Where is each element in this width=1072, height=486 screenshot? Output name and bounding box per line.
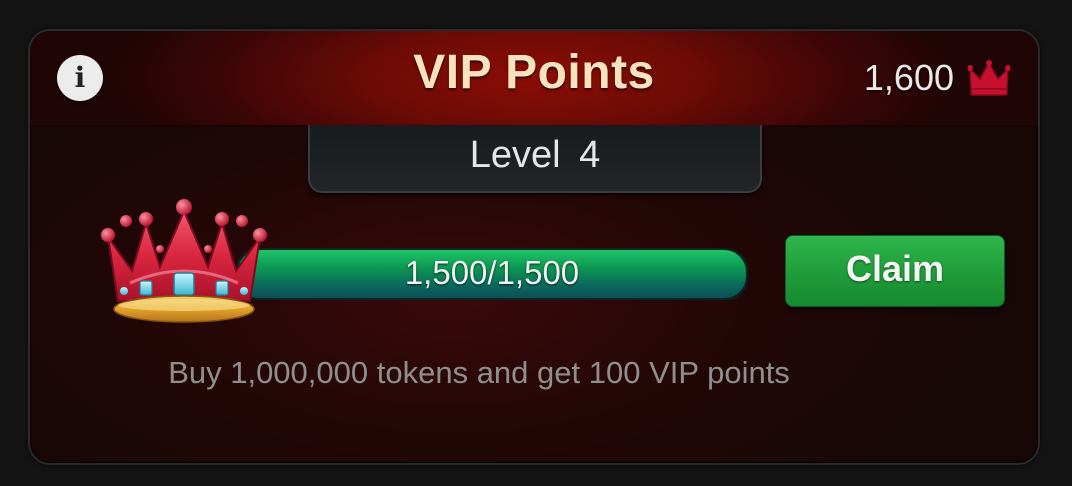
points-value: 1,600: [863, 57, 954, 98]
claim-button[interactable]: Claim: [785, 235, 1005, 307]
crown-icon: [968, 59, 1010, 97]
level-display: Level 4: [308, 125, 762, 193]
vip-points-panel: i VIP Points 1,600 Level 4 1,500/1,500 C…: [28, 29, 1040, 465]
panel-header: i VIP Points 1,600: [30, 31, 1038, 127]
vip-offer-text: Buy 1,000,000 tokens and get 100 VIP poi…: [168, 355, 790, 390]
vip-points-balance: 1,600: [864, 55, 1010, 101]
progress-text: 1,500/1,500: [404, 254, 580, 291]
vip-progress-bar: 1,500/1,500: [236, 248, 748, 300]
vip-crown-icon: [96, 197, 272, 336]
